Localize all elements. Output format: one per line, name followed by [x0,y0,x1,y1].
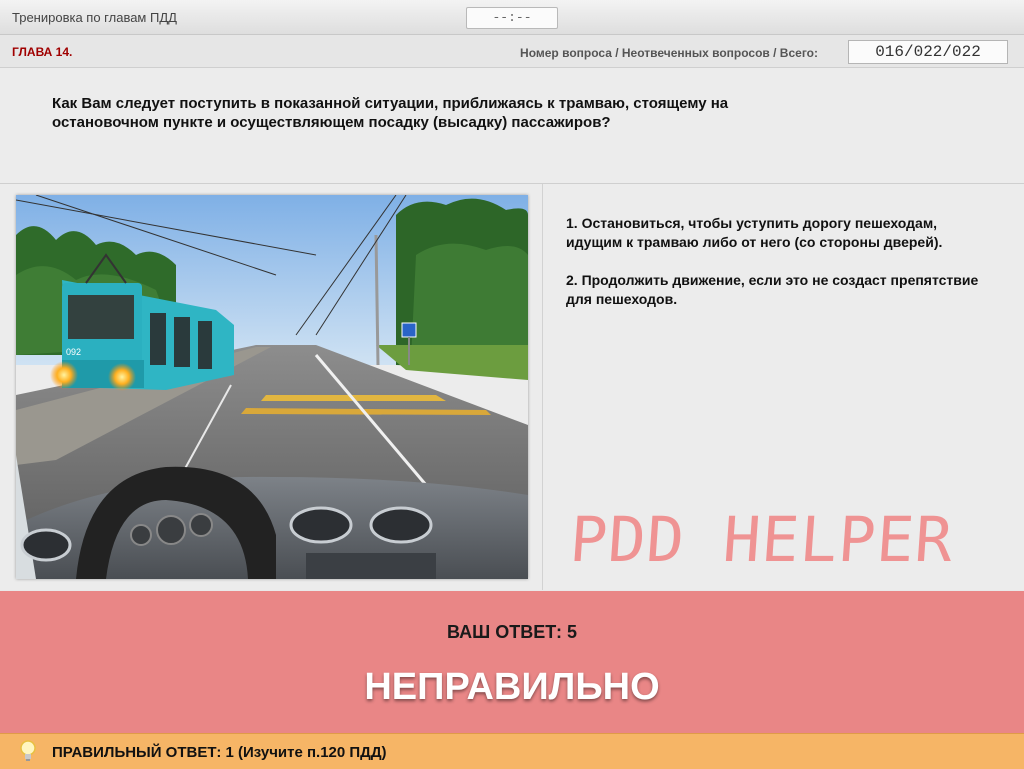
tram-number: 092 [66,347,81,357]
answer-option-2[interactable]: 2. Продолжить движение, если это не созд… [566,271,986,309]
question-panel: Как Вам следует поступить в показанной с… [0,68,1024,184]
question-counter: 016/022/022 [848,40,1008,64]
verdict-text: НЕПРАВИЛЬНО [364,666,660,708]
timer-display: --:-- [466,7,558,29]
watermark: PDD HELPER [567,503,956,576]
result-panel [0,591,1024,733]
divider [542,184,543,590]
question-text: Как Вам следует поступить в показанной с… [52,95,729,131]
question-counter-label: Номер вопроса / Неотвеченных вопросов / … [520,46,818,60]
your-answer-text: ВАШ ОТВЕТ: 5 [447,622,577,642]
answers-list: 1. Остановиться, чтобы уступить дорогу п… [566,214,986,328]
correct-answer-text: ПРАВИЛЬНЫЙ ОТВЕТ: 1 (Изучите п.120 ПДД) [52,744,387,761]
window-title: Тренировка по главам ПДД [12,10,177,25]
correct-answer-bar: ПРАВИЛЬНЫЙ ОТВЕТ: 1 (Изучите п.120 ПДД) [0,733,1024,769]
lightbulb-icon [18,739,38,763]
title-bar: Тренировка по главам ПДД --:-- [0,0,1024,35]
chapter-label: ГЛАВА 14. [12,45,73,59]
answer-option-1[interactable]: 1. Остановиться, чтобы уступить дорогу п… [566,214,986,252]
question-image: 092 [16,195,528,579]
